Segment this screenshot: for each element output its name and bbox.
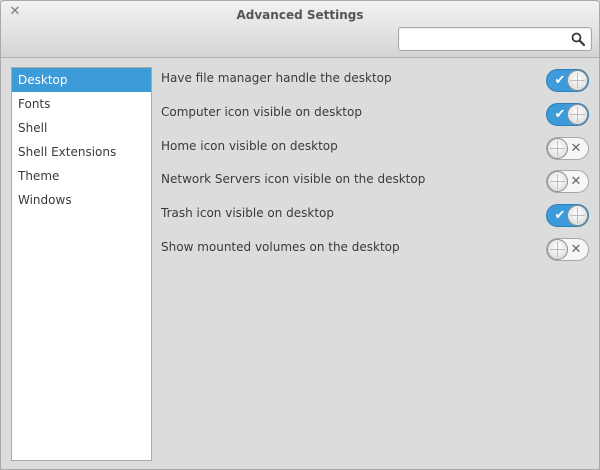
window-title: Advanced Settings bbox=[236, 8, 364, 22]
switch-knob[interactable] bbox=[567, 205, 588, 227]
setting-label: Trash icon visible on desktop bbox=[161, 206, 335, 221]
setting-label: Computer icon visible on desktop bbox=[161, 104, 362, 119]
sidebar-item-fonts[interactable]: Fonts bbox=[12, 92, 151, 116]
cross-icon: ✕ bbox=[570, 174, 582, 190]
search-field[interactable] bbox=[398, 27, 592, 51]
setting-label: Network Servers icon visible on the desk… bbox=[161, 172, 426, 187]
computer-icon-switch[interactable]: ✔ bbox=[546, 102, 589, 126]
sidebar-item-shell[interactable]: Shell bbox=[12, 116, 151, 140]
switch-knob[interactable] bbox=[567, 70, 588, 91]
setting-row: Trash icon visible on desktop ✔ bbox=[161, 202, 591, 236]
switch-knob[interactable] bbox=[547, 171, 568, 193]
setting-row: Home icon visible on desktop ✕ bbox=[161, 135, 591, 169]
sidebar-item-label: Theme bbox=[18, 169, 60, 183]
cross-icon: ✕ bbox=[570, 241, 582, 257]
sidebar-item-label: Desktop bbox=[18, 73, 68, 87]
settings-panel: Have file manager handle the desktop ✔ C… bbox=[161, 67, 591, 270]
sidebar-item-label: Shell Extensions bbox=[18, 145, 117, 159]
setting-label: Show mounted volumes on the desktop bbox=[161, 239, 400, 254]
header-bar: ✕ Advanced Settings bbox=[1, 1, 599, 58]
advanced-settings-window: ✕ Advanced Settings Desktop Fonts Shell … bbox=[0, 0, 600, 470]
sidebar-item-theme[interactable]: Theme bbox=[12, 164, 151, 188]
sidebar-item-label: Shell bbox=[18, 121, 48, 135]
home-icon-switch[interactable]: ✕ bbox=[546, 136, 589, 160]
switch-knob[interactable] bbox=[547, 238, 568, 260]
setting-label: Have file manager handle the desktop bbox=[161, 71, 392, 85]
sidebar-item-windows[interactable]: Windows bbox=[12, 188, 151, 212]
cross-icon: ✕ bbox=[570, 140, 582, 156]
setting-row: Computer icon visible on desktop ✔ bbox=[161, 101, 591, 135]
switch-knob[interactable] bbox=[567, 103, 588, 125]
setting-row: Show mounted volumes on the desktop ✕ bbox=[161, 236, 591, 270]
mounted-volumes-switch[interactable]: ✕ bbox=[546, 237, 589, 261]
sidebar-item-label: Fonts bbox=[18, 97, 51, 111]
sidebar-item-label: Windows bbox=[18, 193, 72, 207]
sidebar-item-desktop[interactable]: Desktop bbox=[12, 68, 151, 92]
network-servers-icon-switch[interactable]: ✕ bbox=[546, 170, 589, 194]
sidebar-item-shell-extensions[interactable]: Shell Extensions bbox=[12, 140, 151, 164]
trash-icon-switch[interactable]: ✔ bbox=[546, 204, 589, 228]
search-input[interactable] bbox=[403, 30, 563, 48]
file-manager-desktop-switch[interactable]: ✔ bbox=[546, 69, 589, 92]
switch-knob[interactable] bbox=[547, 137, 568, 159]
sidebar: Desktop Fonts Shell Shell Extensions The… bbox=[11, 67, 152, 461]
setting-row: Have file manager handle the desktop ✔ bbox=[161, 67, 591, 101]
search-icon[interactable] bbox=[571, 32, 585, 46]
setting-row: Network Servers icon visible on the desk… bbox=[161, 168, 591, 202]
setting-label: Home icon visible on desktop bbox=[161, 138, 338, 153]
